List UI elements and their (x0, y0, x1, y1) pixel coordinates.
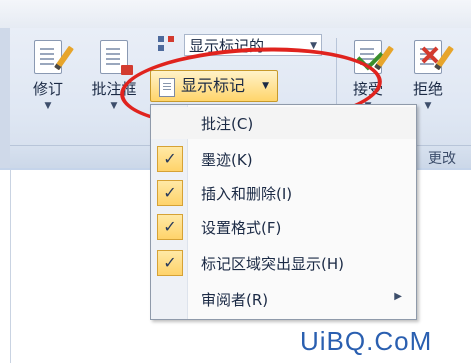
changes-group-label: 更改 (428, 151, 456, 167)
reject-label: 拒绝 (412, 80, 443, 98)
watermark-text: UiBQ.CoM (300, 326, 433, 356)
menu-item-label: 标记区域突出显示(H) (201, 255, 344, 273)
menu-item-markup-area-highlight[interactable]: ✓ 标记区域突出显示(H) (151, 247, 416, 279)
balloons-icon (100, 40, 133, 75)
chevron-down-icon: ▼ (44, 101, 52, 111)
menu-item-formatting[interactable]: ✓ 设置格式(F) (151, 211, 416, 243)
menu-item-label: 设置格式(F) (201, 219, 282, 237)
menu-item-comments[interactable]: 批注(C) (151, 107, 416, 139)
menu-item-reviewers[interactable]: 审阅者(R) ▶ (151, 283, 416, 315)
check-icon: ✓ (157, 250, 183, 276)
reject-icon (414, 40, 454, 74)
menu-item-insertions-deletions[interactable]: ✓ 插入和删除(I) (151, 177, 416, 209)
menu-item-ink[interactable]: ✓ 墨迹(K) (151, 143, 416, 175)
reject-button[interactable]: 拒绝 ▼ (406, 40, 454, 111)
track-changes-button[interactable]: 修订 ▼ (26, 40, 74, 111)
document-margin-line (10, 170, 11, 363)
menu-item-label: 墨迹(K) (201, 151, 253, 169)
menu-item-label: 批注(C) (201, 115, 254, 133)
menu-item-label: 插入和删除(I) (201, 185, 293, 203)
check-icon: ✓ (157, 180, 183, 206)
track-changes-label: 修订 (32, 80, 63, 98)
menu-item-label: 审阅者(R) (201, 291, 269, 309)
check-icon: ✓ (157, 146, 183, 172)
ribbon-edge (0, 28, 10, 170)
check-icon: ✓ (157, 214, 183, 240)
submenu-arrow-icon: ▶ (394, 291, 402, 302)
show-markup-menu: 批注(C) ✓ 墨迹(K) ✓ 插入和删除(I) ✓ 设置格式(F) ✓ 标记区… (150, 104, 417, 320)
markup-view-icon (158, 36, 176, 52)
track-changes-icon (34, 40, 74, 74)
title-strip (0, 0, 471, 29)
